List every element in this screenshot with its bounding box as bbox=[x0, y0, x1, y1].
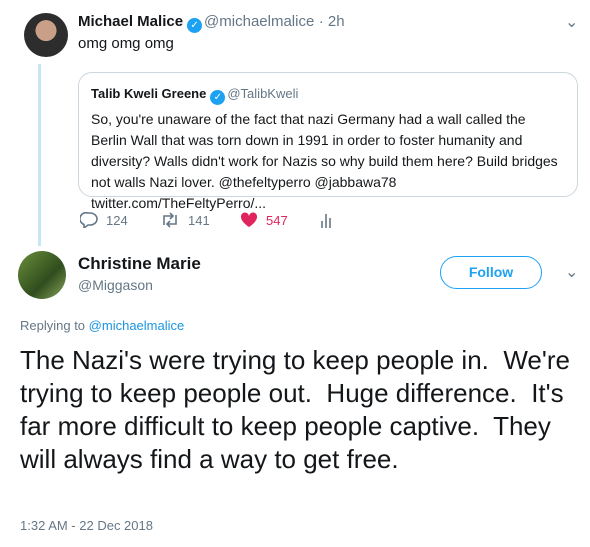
quoted-author-name: Talib Kweli Greene bbox=[91, 86, 207, 101]
retweet-button[interactable]: 141 bbox=[160, 212, 210, 228]
quoted-author-handle: @TalibKweli bbox=[227, 86, 299, 101]
tweet-header: Michael Malice ✓ @michaelmalice · 2h bbox=[78, 13, 345, 33]
replying-to-link[interactable]: @michaelmalice bbox=[89, 318, 185, 333]
verified-badge-icon: ✓ bbox=[210, 90, 226, 105]
author-handle[interactable]: @michaelmalice bbox=[204, 13, 314, 30]
reply-author-name[interactable]: Christine Marie bbox=[78, 254, 201, 274]
tweet-text: omg omg omg bbox=[78, 35, 174, 52]
quoted-tweet-card[interactable]: Talib Kweli Greene ✓ @TalibKweli So, you'r… bbox=[78, 72, 578, 211]
avatar-christine-marie[interactable] bbox=[18, 251, 66, 299]
like-count: 547 bbox=[266, 212, 288, 228]
quoted-header: Talib Kweli Greene ✓ @TalibKweli bbox=[91, 85, 565, 105]
quoted-text: So, you're unaware of the fact that nazi… bbox=[91, 111, 558, 211]
reply-icon bbox=[80, 212, 98, 228]
avatar-michael-malice[interactable] bbox=[24, 13, 68, 57]
follow-button[interactable]: Follow bbox=[440, 256, 542, 289]
reply-count: 124 bbox=[106, 212, 128, 228]
reply-text: The Nazi's were trying to keep people in… bbox=[20, 345, 578, 474]
reply-author-handle[interactable]: @Miggason bbox=[78, 277, 153, 293]
heart-icon bbox=[240, 212, 258, 227]
analytics-icon bbox=[321, 214, 331, 228]
chevron-down-icon[interactable]: ⌄ bbox=[565, 12, 578, 32]
tweet-actions: 124 141 547 bbox=[0, 212, 590, 232]
author-name[interactable]: Michael Malice bbox=[78, 13, 183, 30]
analytics-button[interactable] bbox=[320, 212, 334, 228]
replying-to-line: Replying to @michaelmalice bbox=[20, 318, 184, 333]
tweet-time[interactable]: · 2h bbox=[319, 13, 345, 30]
retweet-count: 141 bbox=[188, 212, 210, 228]
verified-badge-icon: ✓ bbox=[187, 18, 203, 33]
reply-button[interactable]: 124 bbox=[80, 212, 128, 228]
reply-timestamp[interactable]: 1:32 AM - 22 Dec 2018 bbox=[20, 518, 153, 533]
like-button[interactable]: 547 bbox=[240, 212, 288, 228]
replying-to-prefix: Replying to bbox=[20, 318, 86, 333]
chevron-down-icon[interactable]: ⌄ bbox=[565, 262, 578, 282]
retweet-icon bbox=[163, 212, 177, 228]
